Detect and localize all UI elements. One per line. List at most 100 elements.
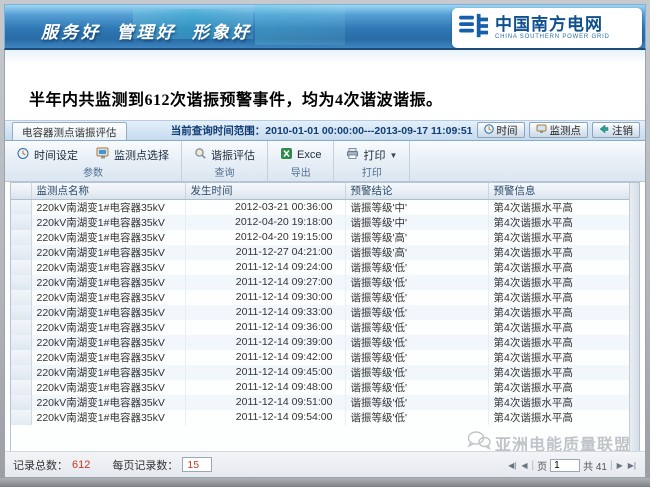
csg-logo: 中国南方电网 CHINA SOUTHERN POWER GRID xyxy=(452,8,642,48)
prev-page-icon[interactable]: ◀ xyxy=(520,461,528,470)
table-row[interactable]: 220kV南湖变1#电容器35kV2012-03-21 00:36:00谐振等级… xyxy=(11,199,629,215)
cell-name: 220kV南湖变1#电容器35kV xyxy=(31,320,185,335)
table-row[interactable]: 220kV南湖变1#电容器35kV2011-12-14 09:48:00谐振等级… xyxy=(11,380,629,395)
first-page-icon[interactable]: ◀| xyxy=(507,461,517,470)
table-row[interactable]: 220kV南湖变1#电容器35kV2011-12-14 09:33:00谐振等级… xyxy=(11,305,629,320)
logout-button-label: 注销 xyxy=(612,123,633,138)
cell-conclusion: 谐振等级'低' xyxy=(345,395,488,410)
time-button-label: 时间 xyxy=(497,123,518,138)
cell-info: 第4次谐振水平高 xyxy=(488,320,629,335)
table-row[interactable]: 220kV南湖变1#电容器35kV2011-12-14 09:30:00谐振等级… xyxy=(11,290,629,305)
cell-info: 第4次谐振水平高 xyxy=(488,305,629,320)
cell-conclusion: 谐振等级'低' xyxy=(345,305,488,320)
headline: 半年内共监测到612次谐振预警事件，均为4次谐波谐振。 xyxy=(29,86,443,110)
header-monitor-point[interactable]: 监测点名称 xyxy=(31,183,185,199)
next-page-icon[interactable]: ▶ xyxy=(616,461,624,470)
csg-logo-icon xyxy=(458,12,490,45)
logo-subtitle: CHINA SOUTHERN POWER GRID xyxy=(495,34,610,40)
cell-name: 220kV南湖变1#电容器35kV xyxy=(31,305,185,320)
cell-info: 第4次谐振水平高 xyxy=(488,395,629,410)
cell-name: 220kV南湖变1#电容器35kV xyxy=(31,395,185,410)
table-row[interactable]: 220kV南湖变1#电容器35kV2012-04-20 19:18:00谐振等级… xyxy=(11,215,629,230)
header-occurrence-time[interactable]: 发生时间 xyxy=(185,183,345,199)
cell-sel xyxy=(11,395,31,410)
table-row[interactable]: 220kV南湖变1#电容器35kV2011-12-14 09:54:00谐振等级… xyxy=(11,410,629,425)
last-page-icon[interactable]: ▶| xyxy=(627,461,637,470)
cell-sel xyxy=(11,215,31,230)
time-button[interactable]: 时间 xyxy=(477,122,525,138)
table-row[interactable]: 220kV南湖变1#电容器35kV2011-12-14 09:51:00谐振等级… xyxy=(11,395,629,410)
toolbar-group-query: 谐振评估 查询 xyxy=(182,141,268,181)
cell-sel xyxy=(11,230,31,245)
excel-export-label: Exce xyxy=(297,149,321,161)
table-row[interactable]: 220kV南湖变1#电容器35kV2011-12-14 09:36:00谐振等级… xyxy=(11,320,629,335)
table-row[interactable]: 220kV南湖变1#电容器35kV2011-12-27 04:21:00谐振等级… xyxy=(11,245,629,260)
cell-name: 220kV南湖变1#电容器35kV xyxy=(31,350,185,365)
monitor-point-select-button[interactable]: 监测点选择 xyxy=(88,144,177,166)
cell-sel xyxy=(11,275,31,290)
cell-sel xyxy=(11,365,31,380)
print-label: 打印 xyxy=(363,147,385,163)
cell-time: 2011-12-14 09:54:00 xyxy=(185,410,345,425)
query-range: 当前查询时间范围：2010-01-01 00:00:00---2013-09-1… xyxy=(171,123,473,138)
table-row[interactable]: 220kV南湖变1#电容器35kV2011-12-14 09:45:00谐振等级… xyxy=(11,365,629,380)
cell-time: 2011-12-14 09:36:00 xyxy=(185,320,345,335)
monitor-point-select-label: 监测点选择 xyxy=(114,147,169,163)
page-input[interactable] xyxy=(550,459,580,472)
print-button[interactable]: 打印 ▼ xyxy=(338,144,405,166)
table-row[interactable]: 220kV南湖变1#电容器35kV2011-12-14 09:24:00谐振等级… xyxy=(11,260,629,275)
table-row[interactable]: 220kV南湖变1#电容器35kV2012-04-20 19:15:00谐振等级… xyxy=(11,230,629,245)
cell-info: 第4次谐振水平高 xyxy=(488,350,629,365)
cell-info: 第4次谐振水平高 xyxy=(488,260,629,275)
time-setting-button[interactable]: 时间设定 xyxy=(9,144,86,166)
header-warning-conclusion[interactable]: 预警结论 xyxy=(345,183,488,199)
cell-conclusion: 谐振等级'高' xyxy=(345,245,488,260)
tab-strip: 电容器测点谐振评估 当前查询时间范围：2010-01-01 00:00:00--… xyxy=(5,120,645,141)
tabstrip-right: 当前查询时间范围：2010-01-01 00:00:00---2013-09-1… xyxy=(171,122,645,140)
cell-time: 2011-12-14 09:39:00 xyxy=(185,335,345,350)
table-row[interactable]: 220kV南湖变1#电容器35kV2011-12-14 09:39:00谐振等级… xyxy=(11,335,629,350)
cell-name: 220kV南湖变1#电容器35kV xyxy=(31,215,185,230)
cell-time: 2011-12-14 09:45:00 xyxy=(185,365,345,380)
header-warning-info[interactable]: 预警信息 xyxy=(488,183,629,199)
per-page-input[interactable] xyxy=(182,457,212,472)
cell-time: 2012-03-21 00:36:00 xyxy=(185,199,345,215)
tab-capacitor-resonance-eval[interactable]: 电容器测点谐振评估 xyxy=(12,122,127,140)
toolbar-group-export: Exce 导出 xyxy=(268,141,334,181)
cell-name: 220kV南湖变1#电容器35kV xyxy=(31,335,185,350)
resonance-eval-button[interactable]: 谐振评估 xyxy=(186,144,263,166)
toolbar-group-label: 参数 xyxy=(9,167,177,181)
search-icon xyxy=(194,147,207,163)
monitor-icon xyxy=(96,147,110,163)
logout-button[interactable]: 注销 xyxy=(592,122,640,138)
total-records-label: 记录总数： xyxy=(13,457,68,473)
cell-sel xyxy=(11,245,31,260)
table-header-row: 监测点名称 发生时间 预警结论 预警信息 xyxy=(11,183,629,199)
cell-info: 第4次谐振水平高 xyxy=(488,245,629,260)
table-row[interactable]: 220kV南湖变1#电容器35kV2011-12-14 09:27:00谐振等级… xyxy=(11,275,629,290)
table-row[interactable]: 220kV南湖变1#电容器35kV2011-12-14 09:42:00谐振等级… xyxy=(11,350,629,365)
cell-info: 第4次谐振水平高 xyxy=(488,230,629,245)
per-page-label: 每页记录数： xyxy=(112,457,178,473)
table-body: 220kV南湖变1#电容器35kV2012-03-21 00:36:00谐振等级… xyxy=(11,199,629,425)
header-selector xyxy=(11,183,31,199)
excel-export-button[interactable]: Exce xyxy=(272,144,329,166)
logo-title: 中国南方电网 xyxy=(495,16,610,34)
cell-name: 220kV南湖变1#电容器35kV xyxy=(31,380,185,395)
resonance-eval-label: 谐振评估 xyxy=(211,147,255,163)
toolbar: 时间设定 监测点选择 参数 谐振评估 查询 xyxy=(5,141,645,182)
monitor-point-button[interactable]: 监测点 xyxy=(529,122,589,138)
cell-sel xyxy=(11,410,31,425)
time-setting-label: 时间设定 xyxy=(34,147,78,163)
excel-icon xyxy=(280,147,293,163)
data-grid: 监测点名称 发生时间 预警结论 预警信息 220kV南湖变1#电容器35kV20… xyxy=(10,182,640,452)
cell-sel xyxy=(11,335,31,350)
cell-time: 2011-12-14 09:51:00 xyxy=(185,395,345,410)
cell-name: 220kV南湖变1#电容器35kV xyxy=(31,410,185,425)
banner-decoration xyxy=(255,5,345,45)
vertical-scrollbar[interactable] xyxy=(629,183,639,451)
cell-time: 2011-12-14 09:33:00 xyxy=(185,305,345,320)
cell-conclusion: 谐振等级'低' xyxy=(345,290,488,305)
chevron-down-icon: ▼ xyxy=(389,151,397,160)
cell-conclusion: 谐振等级'低' xyxy=(345,350,488,365)
